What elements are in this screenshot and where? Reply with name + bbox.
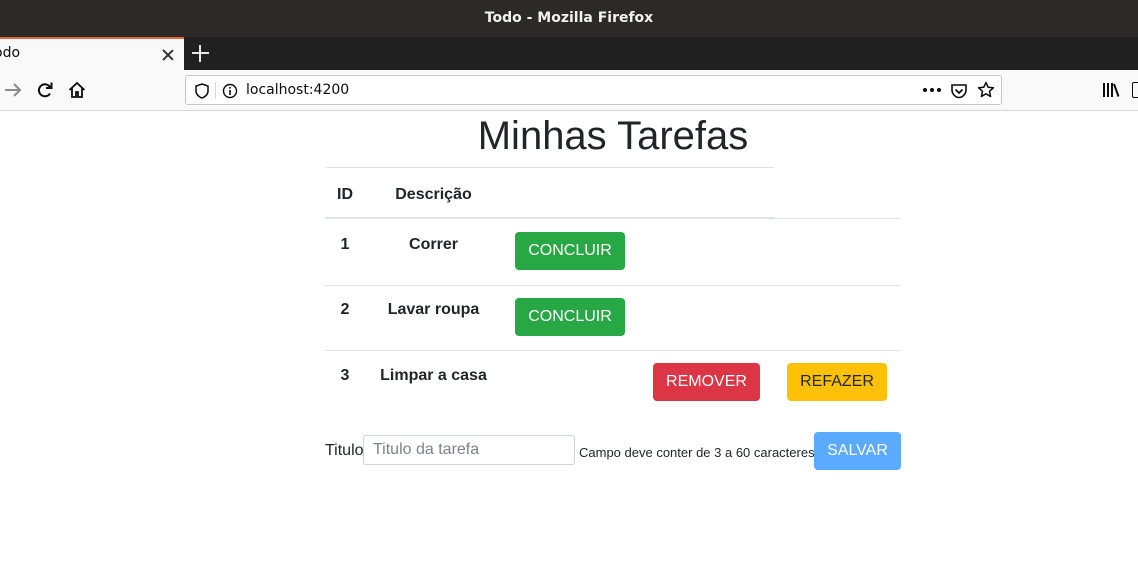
table-row-divider [325, 350, 901, 351]
column-header-id: ID [337, 186, 353, 203]
sidebar-icon[interactable] [1132, 82, 1138, 98]
complete-button[interactable]: CONCLUIR [515, 298, 625, 336]
task-id: 3 [340, 367, 350, 384]
library-icon[interactable] [1102, 81, 1120, 99]
more-dots-icon[interactable] [922, 82, 942, 98]
shield-icon[interactable] [194, 83, 210, 99]
url-separator [215, 82, 216, 99]
task-id: 1 [340, 236, 350, 253]
star-icon[interactable] [977, 81, 995, 99]
tab-strip: odo [0, 37, 1138, 70]
url-bar[interactable]: localhost:4200 [185, 75, 1002, 105]
remove-button[interactable]: REMOVER [653, 363, 760, 401]
column-header-description: Descrição [395, 186, 472, 203]
task-description: Limpar a casa [380, 367, 487, 384]
tab-todo[interactable]: odo [0, 37, 184, 70]
window-title-bar: Todo - Mozilla Firefox [0, 0, 1138, 37]
redo-button[interactable]: REFAZER [787, 363, 887, 401]
task-description: Lavar roupa [387, 301, 480, 318]
page-content: Minhas Tarefas ID Descrição 1 Correr CON… [0, 111, 1138, 575]
table-row-divider [325, 218, 901, 219]
url-text[interactable]: localhost:4200 [246, 82, 349, 98]
title-input[interactable] [363, 435, 575, 465]
title-label: Titulo [325, 442, 364, 459]
title-help-text: Campo deve conter de 3 a 60 caracteres [579, 445, 815, 460]
task-id: 2 [340, 301, 350, 318]
home-icon[interactable] [67, 80, 87, 100]
reload-icon[interactable] [35, 80, 55, 100]
info-icon[interactable] [222, 83, 238, 99]
close-tab-icon[interactable] [160, 47, 176, 63]
pocket-icon[interactable] [950, 82, 968, 100]
window-title: Todo - Mozilla Firefox [484, 10, 654, 26]
save-button[interactable]: SALVAR [814, 432, 901, 470]
new-tab-icon[interactable] [192, 45, 209, 62]
arrow-right-icon[interactable] [3, 80, 23, 100]
table-row-divider [325, 285, 901, 286]
page-title: Minhas Tarefas [477, 114, 749, 158]
table-top-border [325, 167, 774, 168]
complete-button[interactable]: CONCLUIR [515, 232, 625, 270]
tab-title: odo [0, 45, 21, 61]
navigation-toolbar: localhost:4200 [0, 70, 1138, 111]
task-description: Correr [409, 236, 458, 253]
